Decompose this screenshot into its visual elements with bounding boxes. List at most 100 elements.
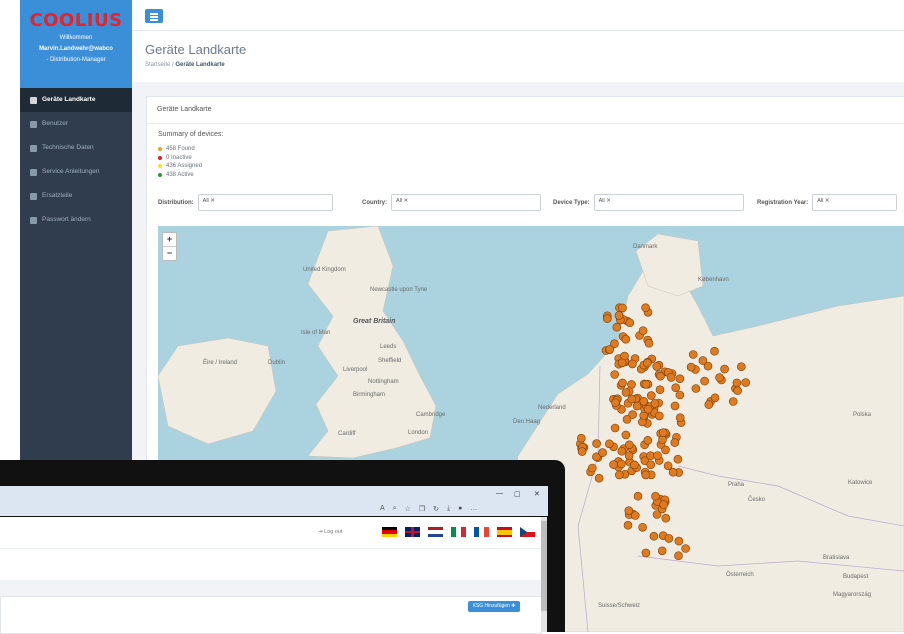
device-marker[interactable]: [691, 384, 701, 393]
device-marker[interactable]: [628, 359, 637, 369]
device-marker[interactable]: [657, 546, 667, 556]
device-marker[interactable]: [674, 536, 684, 546]
device-marker[interactable]: [671, 383, 681, 392]
menu-toggle-button[interactable]: [145, 9, 163, 23]
device-marker[interactable]: [632, 401, 642, 411]
device-marker[interactable]: [605, 345, 615, 354]
device-marker[interactable]: [624, 451, 634, 460]
device-marker[interactable]: [650, 399, 660, 408]
device-marker[interactable]: [618, 378, 627, 388]
maximize-button[interactable]: ▢: [514, 490, 521, 498]
device-marker[interactable]: [652, 362, 662, 371]
device-marker[interactable]: [614, 311, 624, 320]
device-marker[interactable]: [618, 303, 627, 313]
device-marker[interactable]: [621, 388, 631, 397]
device-marker[interactable]: [673, 454, 683, 464]
device-marker[interactable]: [670, 401, 680, 411]
device-marker[interactable]: [638, 522, 647, 532]
flag-it-icon[interactable]: [451, 527, 466, 537]
device-marker[interactable]: [704, 400, 714, 409]
device-marker[interactable]: [617, 358, 627, 368]
device-marker[interactable]: [602, 314, 612, 323]
device-marker[interactable]: [604, 439, 614, 449]
device-marker[interactable]: [663, 461, 673, 471]
device-marker[interactable]: [715, 373, 724, 382]
device-marker[interactable]: [630, 511, 640, 520]
logout-link[interactable]: ⇥ Log out: [318, 529, 343, 535]
flag-es-icon[interactable]: [497, 527, 512, 537]
device-marker[interactable]: [627, 394, 637, 404]
device-marker[interactable]: [598, 448, 607, 457]
device-marker[interactable]: [617, 459, 626, 469]
breadcrumb-home-link[interactable]: Startseite: [145, 62, 170, 68]
device-marker[interactable]: [733, 386, 742, 395]
device-marker[interactable]: [728, 397, 738, 406]
device-marker[interactable]: [675, 374, 685, 383]
scrollbar[interactable]: [541, 517, 547, 632]
device-marker[interactable]: [655, 385, 665, 394]
device-marker[interactable]: [611, 398, 620, 407]
device-marker[interactable]: [641, 380, 651, 389]
device-marker[interactable]: [646, 391, 656, 400]
zoom-out-button[interactable]: −: [163, 246, 176, 260]
device-marker[interactable]: [653, 451, 662, 460]
device-marker[interactable]: [592, 439, 601, 448]
close-button[interactable]: ✕: [534, 490, 540, 498]
device-marker[interactable]: [621, 430, 631, 440]
download-icon[interactable]: ⤓: [447, 505, 450, 513]
zoom-in-button[interactable]: +: [163, 233, 176, 246]
device-marker[interactable]: [630, 460, 639, 470]
device-type-select[interactable]: All ✕: [593, 194, 744, 211]
sidebar-item-map[interactable]: Geräte Landkarte: [20, 88, 132, 112]
device-marker[interactable]: [610, 370, 620, 379]
device-marker[interactable]: [661, 445, 670, 455]
history-icon[interactable]: ↻: [433, 505, 439, 513]
distribution-select[interactable]: All ✕: [197, 194, 333, 211]
device-marker[interactable]: [681, 544, 690, 553]
scrollbar-thumb[interactable]: [541, 521, 547, 611]
device-marker[interactable]: [623, 520, 633, 530]
device-marker[interactable]: [710, 393, 720, 403]
device-marker[interactable]: [646, 460, 656, 469]
device-marker[interactable]: [641, 470, 651, 480]
device-marker[interactable]: [656, 371, 665, 381]
device-marker[interactable]: [661, 513, 671, 523]
device-marker[interactable]: [577, 447, 587, 456]
device-marker[interactable]: [654, 411, 664, 421]
device-marker[interactable]: [641, 548, 651, 558]
device-marker[interactable]: [741, 378, 751, 387]
device-marker[interactable]: [642, 358, 652, 368]
device-marker[interactable]: [633, 491, 643, 501]
sidebar-item-service-manuals[interactable]: Service Anleitungen: [20, 160, 132, 184]
device-marker[interactable]: [641, 303, 650, 312]
device-marker[interactable]: [612, 322, 622, 332]
device-marker[interactable]: [594, 473, 604, 483]
device-marker[interactable]: [688, 350, 698, 359]
device-marker[interactable]: [610, 423, 620, 433]
device-marker[interactable]: [614, 470, 624, 480]
device-marker[interactable]: [674, 551, 683, 561]
device-marker[interactable]: [622, 415, 632, 424]
device-marker[interactable]: [698, 356, 708, 365]
collections-icon[interactable]: ❐: [419, 505, 425, 513]
device-marker[interactable]: [609, 460, 618, 469]
minimize-button[interactable]: —: [496, 490, 503, 497]
device-marker[interactable]: [621, 334, 631, 344]
flag-cz-icon[interactable]: [520, 527, 535, 537]
device-marker[interactable]: [670, 438, 680, 447]
device-marker[interactable]: [736, 362, 746, 371]
device-marker[interactable]: [700, 376, 709, 386]
device-marker[interactable]: [627, 380, 636, 389]
device-marker[interactable]: [732, 378, 742, 388]
device-marker[interactable]: [659, 500, 669, 509]
registration-year-select[interactable]: All ✕: [812, 194, 898, 211]
star-icon[interactable]: ☆: [405, 505, 411, 513]
device-marker[interactable]: [675, 413, 685, 422]
flag-gb-icon[interactable]: [405, 527, 420, 537]
flag-fr-icon[interactable]: [474, 527, 489, 537]
device-marker[interactable]: [649, 531, 659, 541]
add-ksg-button[interactable]: KSG Hinzufügen ✚: [468, 601, 520, 612]
device-marker[interactable]: [625, 318, 635, 327]
device-marker[interactable]: [617, 446, 627, 456]
more-icon[interactable]: …: [470, 505, 477, 513]
